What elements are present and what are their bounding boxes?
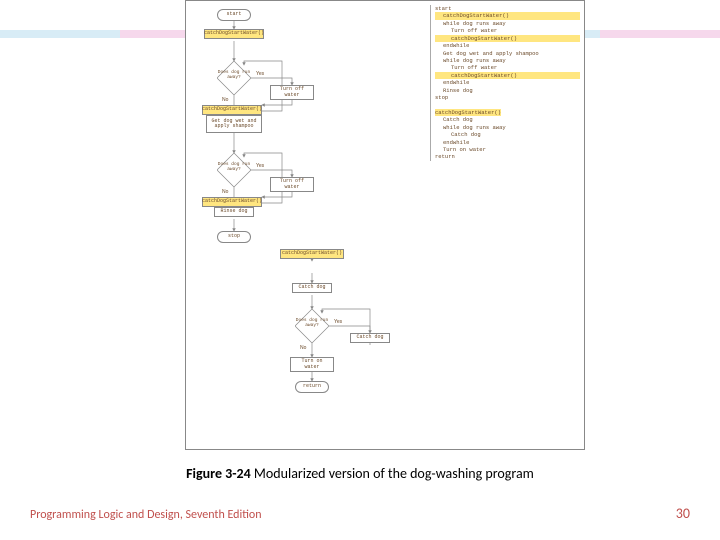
proc-off-water-1: Turn off water [270, 85, 314, 100]
pc-s2: while dog runs away [435, 124, 580, 131]
figure-number: Figure 3-24 [186, 465, 251, 482]
pc-l10: endwhile [435, 79, 580, 86]
pc-s3: Catch dog [435, 131, 580, 138]
pc-l4: catchDogStartWater() [435, 35, 580, 42]
pc-l7: while dog runs away [435, 57, 580, 64]
terminal-return: return [295, 381, 329, 393]
figure-caption-text: Modularized version of the dog-washing p… [251, 465, 534, 482]
figure-caption: Figure 3-24 Modularized version of the d… [0, 465, 720, 482]
proc-rinse: Rinse dog [214, 207, 254, 217]
proc-off-water-2: Turn off water [270, 177, 314, 192]
decision-runaway-3: Does dog run away? [295, 309, 329, 343]
terminal-stop: stop [217, 231, 251, 243]
pc-s6: return [435, 153, 455, 160]
proc-catch-1: Catch dog [292, 283, 332, 293]
pc-l2: while dog runs away [435, 20, 580, 27]
label-no-3: No [300, 345, 306, 351]
pc-l3: Turn off water [435, 27, 580, 34]
proc-catch-2: Catch dog [350, 333, 390, 343]
pc-l11: Rinse dog [435, 87, 580, 94]
proc-wet-shampoo: Get dog wet and apply shampoo [206, 115, 262, 133]
footer-page-number: 30 [676, 505, 690, 522]
pseudocode: start catchDogStartWater() while dog run… [430, 5, 580, 161]
call-catchdog-1: catchDogStartWater() [204, 29, 264, 39]
pc-l12: stop [435, 94, 448, 101]
pc-l8: Turn off water [435, 64, 580, 71]
label-no-1: No [222, 97, 228, 103]
pc-l6: Get dog wet and apply shampoo [435, 50, 580, 57]
footer-book-title: Programming Logic and Design, Seventh Ed… [30, 508, 262, 522]
pc-s0: catchDogStartWater() [435, 109, 501, 116]
pc-l9: catchDogStartWater() [435, 72, 580, 79]
label-no-2: No [222, 189, 228, 195]
pc-s5: Turn on water [435, 146, 580, 153]
label-yes-1: Yes [256, 71, 264, 77]
label-yes-2: Yes [256, 163, 264, 169]
terminal-start: start [217, 9, 251, 21]
pc-l5: endwhile [435, 42, 580, 49]
call-catchdog-3: catchDogStartWater() [202, 197, 262, 207]
figure-frame: start catchDogStartWater() Does dog run … [185, 0, 585, 450]
subroutine-header: catchDogStartWater() [280, 249, 344, 259]
label-yes-3: Yes [334, 319, 342, 325]
pc-s1: Catch dog [435, 116, 580, 123]
proc-turn-on-water: Turn on water [290, 357, 334, 372]
call-catchdog-2: catchDogStartWater() [202, 105, 262, 115]
pc-l0: start [435, 5, 452, 12]
pc-l1: catchDogStartWater() [435, 12, 580, 19]
decision-runaway-2: Does dog run away? [217, 153, 251, 187]
flowchart: start catchDogStartWater() Does dog run … [192, 5, 422, 445]
pc-s4: endwhile [435, 139, 580, 146]
decision-runaway-1: Does dog run away? [217, 61, 251, 95]
